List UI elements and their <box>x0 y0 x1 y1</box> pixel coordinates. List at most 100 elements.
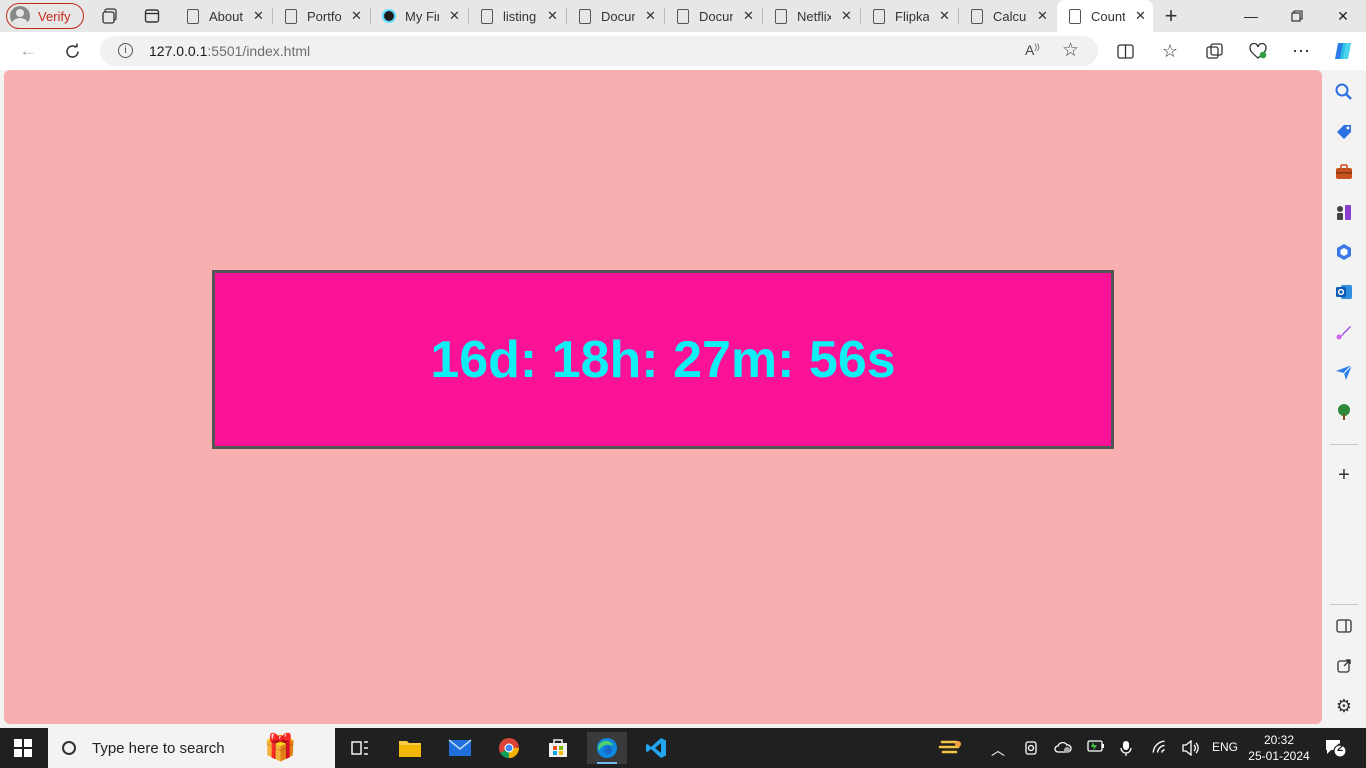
close-window-icon[interactable]: ✕ <box>1320 0 1366 32</box>
address-bar[interactable]: i 127.0.0.1:5501/index.html A)) ☆ <box>100 36 1098 66</box>
tab-5[interactable]: Document ✕ <box>665 0 763 32</box>
camera-app-icon[interactable] <box>1023 740 1039 759</box>
settings-gear-icon[interactable]: ⚙ <box>1334 696 1354 716</box>
read-aloud-icon[interactable]: A)) <box>1025 42 1040 58</box>
battery-icon[interactable] <box>1087 740 1105 755</box>
site-info-icon[interactable]: i <box>118 43 133 58</box>
open-external-icon[interactable] <box>1334 656 1354 676</box>
page-icon <box>187 8 199 24</box>
send-paper-plane-icon[interactable] <box>1334 362 1354 382</box>
close-tab-icon[interactable]: ✕ <box>351 8 362 24</box>
collections-icon[interactable] <box>1203 40 1225 62</box>
workspaces-icon[interactable] <box>100 6 120 26</box>
notification-count: 2 <box>1337 742 1344 754</box>
url-host: 127.0.0.1 <box>149 43 208 59</box>
onedrive-cloud-icon[interactable] <box>1054 740 1072 757</box>
vscode-icon[interactable] <box>636 732 676 764</box>
tab-0[interactable]: About ✕ <box>175 0 273 32</box>
close-tab-icon[interactable]: ✕ <box>645 8 656 24</box>
tab-label: Count <box>1091 8 1125 24</box>
tab-8[interactable]: Calculator ✕ <box>959 0 1057 32</box>
mail-icon[interactable] <box>440 732 480 764</box>
page-icon <box>775 8 787 24</box>
tab-1[interactable]: Portfolio ✕ <box>273 0 371 32</box>
page-icon <box>1069 8 1081 24</box>
task-view-icon[interactable] <box>340 732 380 764</box>
wifi-icon[interactable] <box>1152 740 1170 759</box>
minimize-icon[interactable]: — <box>1228 0 1274 32</box>
page-icon <box>971 8 983 24</box>
chrome-icon[interactable] <box>489 732 529 764</box>
volume-icon[interactable] <box>1182 739 1200 759</box>
tab-label: Portfolio <box>307 8 341 24</box>
profile-button[interactable]: Verify <box>6 3 84 29</box>
edge-browser-icon[interactable] <box>587 732 627 764</box>
back-icon[interactable]: ← <box>16 40 40 62</box>
new-tab-icon[interactable]: + <box>1161 3 1181 28</box>
restore-icon[interactable] <box>1274 0 1320 32</box>
close-tab-icon[interactable]: ✕ <box>1135 8 1146 24</box>
tab-7[interactable]: Flipkart ✕ <box>861 0 959 32</box>
tab-label: listing <box>503 8 537 24</box>
avatar <box>10 6 30 26</box>
url-text[interactable]: 127.0.0.1:5501/index.html <box>149 43 310 59</box>
tab-strip: Verify About ✕ Portfolio ✕ My First ✕ li… <box>0 0 1366 32</box>
microsoft-store-icon[interactable] <box>538 732 578 764</box>
hide-sidebar-icon[interactable] <box>1334 616 1354 636</box>
tab-label: My First <box>405 8 439 24</box>
tab-label: Flipkart <box>895 8 929 24</box>
countdown-text: 16d: 18h: 27m: 56s <box>430 330 896 389</box>
sidebar-divider <box>1330 604 1358 605</box>
start-windows-icon[interactable] <box>14 739 32 757</box>
tree-icon[interactable] <box>1334 402 1354 422</box>
notification-center-icon[interactable]: 2 <box>1324 738 1347 761</box>
close-tab-icon[interactable]: ✕ <box>939 8 950 24</box>
language-indicator[interactable]: ENG <box>1212 740 1238 754</box>
microphone-icon[interactable] <box>1120 740 1132 759</box>
edge-sidebar: + ⚙ <box>1322 70 1366 728</box>
clock[interactable]: 20:32 25-01-2024 <box>1248 732 1310 764</box>
profile-label: Verify <box>38 8 71 24</box>
tab-6[interactable]: Netflix ✕ <box>763 0 861 32</box>
tab-actions-icon[interactable] <box>142 6 162 26</box>
refresh-icon[interactable] <box>60 40 84 62</box>
url-path: :5501/index.html <box>207 43 311 59</box>
split-screen-icon[interactable] <box>1114 40 1136 62</box>
microsoft-365-icon[interactable] <box>1334 242 1354 262</box>
close-tab-icon[interactable]: ✕ <box>841 8 852 24</box>
sidebar-divider <box>1330 444 1358 445</box>
close-tab-icon[interactable]: ✕ <box>547 8 558 24</box>
outlook-icon[interactable] <box>1334 282 1354 302</box>
favorite-star-icon[interactable]: ☆ <box>1062 39 1079 62</box>
tab-4[interactable]: Document ✕ <box>567 0 665 32</box>
close-tab-icon[interactable]: ✕ <box>743 8 754 24</box>
search-icon[interactable] <box>1334 82 1354 102</box>
tab-label: Calculator <box>993 8 1027 24</box>
tab-2[interactable]: My First ✕ <box>371 0 469 32</box>
show-hidden-icons-chevron-icon[interactable]: ︿ <box>991 740 1005 760</box>
tools-briefcase-icon[interactable] <box>1334 162 1354 182</box>
page-icon <box>677 8 689 24</box>
copilot-icon[interactable] <box>1332 40 1354 62</box>
shopping-tag-icon[interactable] <box>1334 122 1354 142</box>
page-icon <box>285 8 297 24</box>
tab-9-active[interactable]: Count ✕ <box>1057 0 1153 32</box>
browser-essentials-icon[interactable] <box>1247 40 1269 62</box>
weather-widget-icon[interactable] <box>938 736 964 761</box>
designer-icon[interactable] <box>1334 322 1354 342</box>
add-sidebar-app-icon[interactable]: + <box>1334 465 1354 486</box>
gift-flowers-icon: 🎁 <box>264 732 297 762</box>
page-icon <box>481 8 493 24</box>
close-tab-icon[interactable]: ✕ <box>449 8 460 24</box>
countdown-box: 16d: 18h: 27m: 56s <box>212 270 1114 449</box>
more-options-icon[interactable]: ⋯ <box>1290 40 1312 62</box>
close-tab-icon[interactable]: ✕ <box>253 8 264 24</box>
search-placeholder: Type here to search <box>92 739 225 757</box>
games-chess-icon[interactable] <box>1334 202 1354 222</box>
favorites-icon[interactable]: ☆ <box>1159 40 1181 62</box>
taskbar-search-box[interactable]: Type here to search 🎁 <box>48 728 335 768</box>
file-explorer-icon[interactable] <box>390 732 430 764</box>
close-tab-icon[interactable]: ✕ <box>1037 8 1048 24</box>
page-icon <box>873 8 885 24</box>
tab-3[interactable]: listing ✕ <box>469 0 567 32</box>
